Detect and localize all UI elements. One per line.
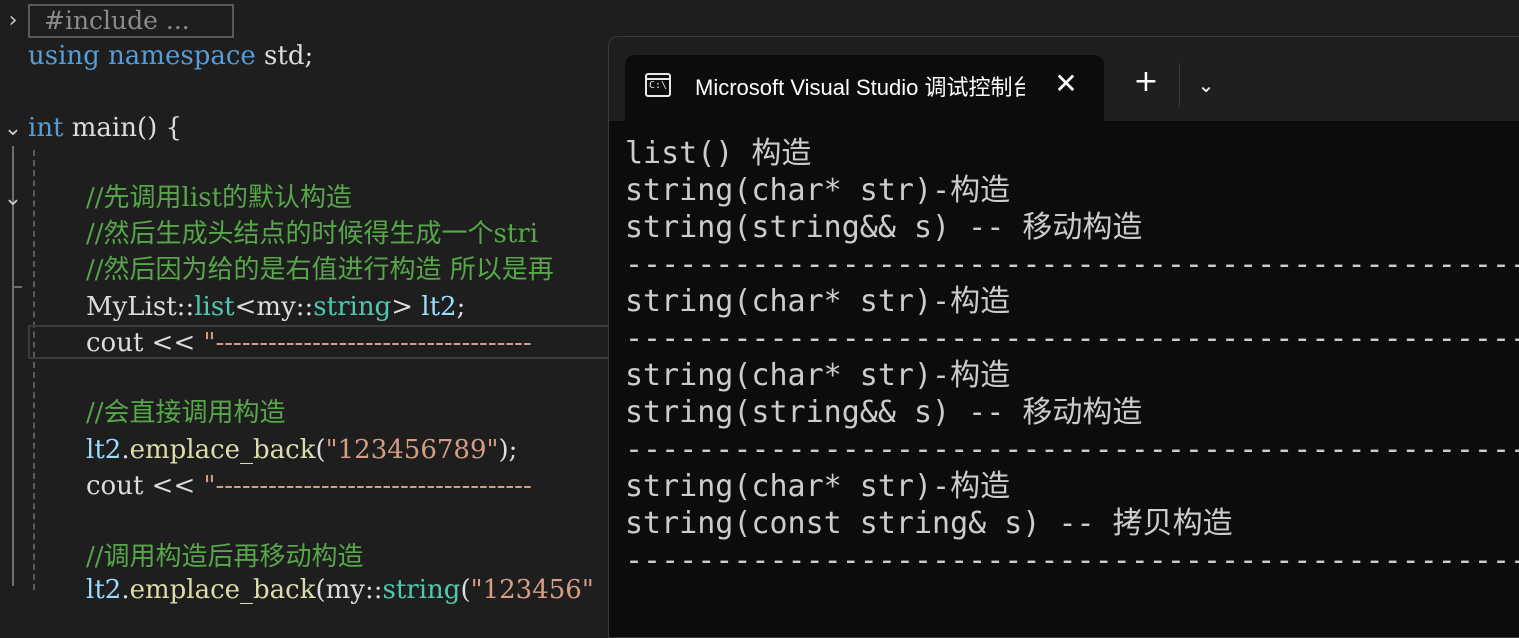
debug-console-window[interactable]: C:\ Microsoft Visual Studio 调试控制台 ✕ + ⌄ … [608,36,1519,638]
tab-title: Microsoft Visual Studio 调试控制台 [695,75,1025,100]
titlebar-divider [1179,63,1180,107]
chevron-down-icon[interactable]: ⌄ [1191,71,1221,99]
console-output-line: string(char* str)-构造 [625,358,1011,393]
new-tab-button[interactable]: + [1131,67,1161,97]
code-text: std; [255,41,314,71]
code-text: cout << [86,328,204,358]
type-name: string [382,575,461,605]
string-literal: "123456789" [325,435,499,465]
string-literal: "------------------------------------ [203,471,532,501]
code-text: cout << [86,471,204,501]
console-icon-text: C:\ [649,80,668,91]
code-line-using: using namespace std; [28,38,313,74]
console-output-line: list() 构造 [625,136,812,171]
code-text: (my:: [315,575,383,605]
code-text: > [391,292,422,322]
code-line-emplace: lt2.emplace_back(my::string("123456" [86,572,594,608]
keyword: namespace [108,41,256,71]
console-output-line: string(string&& s) -- 移动构造 [625,395,1143,430]
console-output-line: ----------------------------------------… [625,247,1519,282]
comment-line: //然后因为给的是右值进行构造 所以是再 [86,255,554,285]
code-line-declaration: MyList::list<my::string> lt2; [86,289,465,325]
code-text: ; [456,292,466,322]
function-name: emplace_back [129,435,316,465]
console-output-line: string(char* str)-构造 [625,173,1011,208]
variable-name: lt2 [421,292,457,322]
collapsed-include-block[interactable]: #include ... [28,4,234,38]
code-text: ( [315,435,326,465]
code-text: MyList:: [86,292,195,322]
keyword: using [28,41,100,71]
console-output-line: string(char* str)-构造 [625,284,1011,319]
comment-line: //然后生成头结点的时候得生成一个stri [86,219,539,249]
type-name: string [313,292,392,322]
keyword: int [28,113,64,143]
type-name: list [194,292,235,322]
terminal-titlebar[interactable]: C:\ Microsoft Visual Studio 调试控制台 ✕ + ⌄ [609,37,1519,121]
code-text: . [121,435,130,465]
console-output-line: string(char* str)-构造 [625,469,1011,504]
comment-line: //调用构造后再移动构造 [86,542,364,572]
code-line-cout: cout << "-------------------------------… [86,468,532,504]
tab-debug-console[interactable]: C:\ Microsoft Visual Studio 调试控制台 ✕ [625,55,1104,121]
string-literal: "------------------------------------ [203,328,532,358]
code-line-cout: cout << "-------------------------------… [86,325,532,361]
collapse-chevron-icon[interactable]: ⌄ [2,188,24,210]
console-output-line: string(string&& s) -- 移动构造 [625,210,1143,245]
indent-guide [33,150,35,590]
console-output-line: ----------------------------------------… [625,321,1519,356]
variable-name: lt2 [86,435,122,465]
code-text: . [121,575,130,605]
code-line-emplace: lt2.emplace_back("123456789"); [86,432,517,468]
comment-line: //先调用list的默认构造 [86,183,352,213]
string-literal: "123456" [470,575,594,605]
code-text: <my:: [234,292,314,322]
code-text: main() { [63,113,183,143]
function-name: emplace_back [129,575,316,605]
code-line-main: int main() { [28,110,182,146]
console-icon: C:\ [645,73,671,97]
code-text: ); [498,435,518,465]
fold-guide-end [12,286,22,288]
comment-line: //会直接调用构造 [86,398,286,428]
collapse-chevron-icon[interactable]: ⌄ [2,118,24,140]
console-output-line: ----------------------------------------… [625,543,1519,578]
console-output-line: string(const string& s) -- 拷贝构造 [625,506,1233,541]
variable-name: lt2 [86,575,122,605]
code-text: ( [460,575,471,605]
console-output-line: ----------------------------------------… [625,432,1519,467]
scope-guide-line [12,146,14,586]
expand-chevron-icon[interactable]: › [2,10,24,32]
close-icon[interactable]: ✕ [1051,69,1081,99]
